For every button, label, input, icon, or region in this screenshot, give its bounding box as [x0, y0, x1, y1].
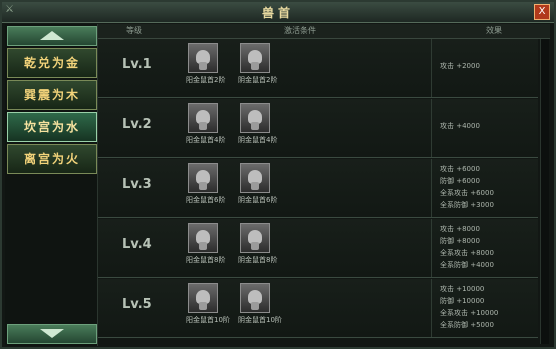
- effect-list: 攻击 +6000 防御 +6000 全系攻击 +6000 全系防御 +3000: [440, 163, 494, 211]
- divider: [431, 279, 432, 337]
- effect-list: 攻击 +8000 防御 +8000 全系攻击 +8000 全系防御 +4000: [440, 223, 494, 271]
- beast-head-icon: [188, 43, 218, 73]
- close-button[interactable]: X: [534, 4, 550, 20]
- effect-line: 攻击 +10000: [440, 285, 485, 293]
- condition-item[interactable]: 阴金鼠首10阶: [238, 283, 282, 325]
- condition-item[interactable]: 阴金鼠首6阶: [238, 163, 278, 205]
- effect-line: 攻击 +6000: [440, 165, 480, 173]
- table-header: 等级 激活条件 效果: [98, 24, 550, 39]
- level-label: Lv.3: [122, 177, 152, 192]
- beast-head-window: ⚔ 兽首 X 乾兑为金 巽震为木 坎宫为水 离宫为火 等级 激活条件 效果 Lv…: [0, 0, 556, 349]
- level-label: Lv.1: [122, 57, 152, 72]
- category-sidebar: 乾兑为金 巽震为木 坎宫为水 离宫为火: [5, 24, 98, 346]
- level-label: Lv.5: [122, 297, 152, 312]
- level-label: Lv.4: [122, 237, 152, 252]
- item-name: 阳金鼠首2阶: [186, 76, 226, 84]
- table-row: Lv.3 阳金鼠首6阶 阴金鼠首6阶 攻击 +6000 防御 +6000 全系攻…: [98, 159, 538, 218]
- scrollbar[interactable]: [540, 39, 549, 344]
- header-effect: 效果: [486, 26, 502, 35]
- beast-head-icon: [240, 163, 270, 193]
- item-name: 阴金鼠首2阶: [238, 76, 278, 84]
- scroll-up-button[interactable]: [7, 26, 97, 46]
- item-name: 阳金鼠首8阶: [186, 256, 226, 264]
- effect-list: 攻击 +10000 防御 +10000 全系攻击 +10000 全系防御 +50…: [440, 283, 498, 331]
- level-label: Lv.2: [122, 117, 152, 132]
- main-panel: 等级 激活条件 效果 Lv.1 阳金鼠首2阶 阴金鼠首2阶 攻击 +2000 L…: [98, 24, 550, 346]
- condition-item[interactable]: 阳金鼠首2阶: [186, 43, 226, 85]
- item-name: 阴金鼠首4阶: [238, 136, 278, 144]
- effect-line: 攻击 +2000: [440, 62, 480, 70]
- beast-head-icon: [188, 223, 218, 253]
- beast-head-icon: [188, 103, 218, 133]
- beast-head-icon: [240, 283, 270, 313]
- divider: [431, 39, 432, 97]
- effect-line: 全系攻击 +8000: [440, 249, 494, 257]
- tab-xunzhen-wood[interactable]: 巽震为木: [7, 80, 97, 110]
- condition-item[interactable]: 阳金鼠首10阶: [186, 283, 230, 325]
- condition-item[interactable]: 阴金鼠首8阶: [238, 223, 278, 265]
- condition-item[interactable]: 阳金鼠首6阶: [186, 163, 226, 205]
- table-row: Lv.5 阳金鼠首10阶 阴金鼠首10阶 攻击 +10000 防御 +10000…: [98, 279, 538, 338]
- effect-line: 全系防御 +4000: [440, 261, 494, 269]
- effect-line: 防御 +6000: [440, 177, 480, 185]
- effect-line: 防御 +10000: [440, 297, 485, 305]
- effect-line: 全系攻击 +10000: [440, 309, 499, 317]
- item-name: 阳金鼠首10阶: [186, 316, 230, 324]
- condition-item[interactable]: 阳金鼠首8阶: [186, 223, 226, 265]
- divider: [431, 99, 432, 157]
- effect-line: 全系防御 +3000: [440, 201, 494, 209]
- table-row: Lv.2 阳金鼠首4阶 阴金鼠首4阶 攻击 +4000: [98, 99, 538, 158]
- effect-line: 攻击 +8000: [440, 225, 480, 233]
- effect-line: 攻击 +4000: [440, 122, 480, 130]
- tab-li-fire[interactable]: 离宫为火: [7, 144, 97, 174]
- beast-head-icon: [240, 223, 270, 253]
- effect-line: 全系防御 +5000: [440, 321, 494, 329]
- title-bar: ⚔ 兽首 X: [2, 2, 554, 23]
- tab-kan-water[interactable]: 坎宫为水: [7, 112, 97, 142]
- level-list: Lv.1 阳金鼠首2阶 阴金鼠首2阶 攻击 +2000 Lv.2 阳金鼠首4阶 …: [98, 39, 538, 346]
- table-row: Lv.4 阳金鼠首8阶 阴金鼠首8阶 攻击 +8000 防御 +8000 全系攻…: [98, 219, 538, 278]
- item-name: 阴金鼠首8阶: [238, 256, 278, 264]
- beast-head-icon: [240, 103, 270, 133]
- item-name: 阳金鼠首4阶: [186, 136, 226, 144]
- effect-line: 防御 +8000: [440, 237, 480, 245]
- item-name: 阳金鼠首6阶: [186, 196, 226, 204]
- item-name: 阴金鼠首6阶: [238, 196, 278, 204]
- condition-item[interactable]: 阴金鼠首2阶: [238, 43, 278, 85]
- divider: [431, 159, 432, 217]
- header-level: 等级: [126, 26, 142, 35]
- tab-qiandui-metal[interactable]: 乾兑为金: [7, 48, 97, 78]
- effect-line: 全系攻击 +6000: [440, 189, 494, 197]
- effect-list: 攻击 +2000: [440, 60, 480, 72]
- scroll-down-button[interactable]: [7, 324, 97, 344]
- condition-item[interactable]: 阳金鼠首4阶: [186, 103, 226, 145]
- effect-list: 攻击 +4000: [440, 120, 480, 132]
- window-title: 兽首: [261, 6, 294, 20]
- header-condition: 激活条件: [284, 26, 316, 35]
- item-name: 阴金鼠首10阶: [238, 316, 282, 324]
- beast-head-icon: [188, 163, 218, 193]
- condition-item[interactable]: 阴金鼠首4阶: [238, 103, 278, 145]
- divider: [431, 219, 432, 277]
- beast-head-icon: [188, 283, 218, 313]
- table-row: Lv.1 阳金鼠首2阶 阴金鼠首2阶 攻击 +2000: [98, 39, 538, 98]
- beast-head-icon: [240, 43, 270, 73]
